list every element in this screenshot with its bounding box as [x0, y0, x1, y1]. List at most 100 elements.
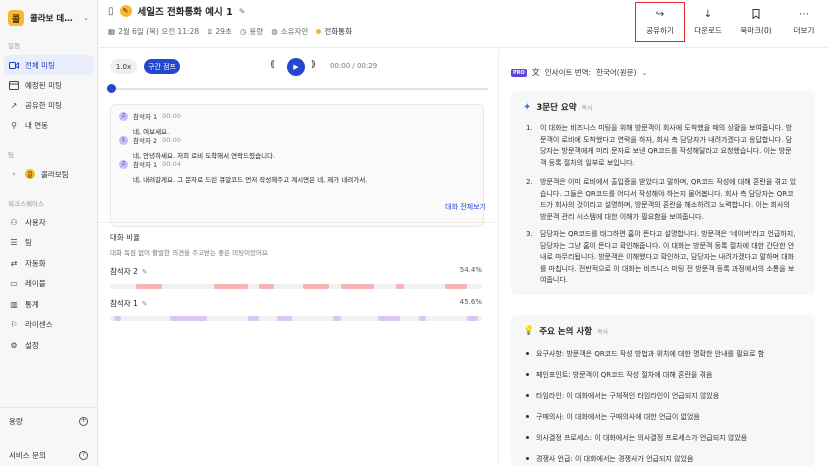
video-icon — [9, 60, 19, 70]
section-label-schedule: 일정 — [8, 42, 20, 50]
sidebar-item-users[interactable]: ⚇ 사용자 — [4, 212, 93, 233]
sidebar-item-automation[interactable]: ⇄ 자동화 — [4, 253, 93, 274]
sidebar-footer: 용량 + 서비스 문의 ? — [0, 407, 97, 466]
discussion-text: 의사결정 프로세스: 이 대화에서는 의사결정 프로세스가 언급되지 않았음 — [536, 434, 748, 442]
speech-segment — [303, 284, 330, 289]
section-label-workspace: 워크스페이스 — [8, 200, 44, 208]
edit-title-icon[interactable]: ✎ — [239, 7, 246, 16]
sidebar-item-stats[interactable]: ▥ 통계 — [4, 294, 93, 315]
bookmark-button[interactable]: 북마크(0) — [732, 3, 780, 41]
utterance-text: 네, 내려갈게요. 그 문자로 드린 큐알코드 먼저 작성해주고 계시면은 네,… — [133, 176, 368, 184]
bookmark-button-label: 북마크(0) — [740, 25, 772, 35]
summary-line: 를 마칩니다. 전반적으로 이 대화는 비즈니스 미팅 전 방문객 등록 과정에… — [540, 264, 795, 273]
transcript-utterance[interactable]: 2 참석자 1 00:04 네, 내려갈게요. 그 문자로 드린 큐알코드 먼저 작… — [119, 159, 367, 184]
speech-segment — [169, 316, 207, 321]
summary-text: 방문객은 이미 로비에서 출입증을 받았다고 말하며, QR코드 작성에 대해 … — [540, 177, 796, 223]
sidebar-item-label: 내 연동 — [25, 120, 49, 130]
summary-line: 담당자는 QR코드를 태그하면 홈이 뜬다고 설명합니다. 방문객은 '네이버'… — [540, 230, 796, 238]
bullet — [526, 373, 529, 376]
rewind-icon[interactable]: ⟪ — [270, 60, 275, 70]
sidebar-toggle-icon[interactable]: ▯ — [108, 6, 114, 17]
speaker-ratio-row: 참석자 2 ✎ 54.4% — [110, 266, 482, 289]
team-avatar: 콜 — [25, 169, 35, 179]
page-title: 세일즈 전화통화 예시 1 — [137, 7, 233, 18]
sidebar-item-shared-meetings[interactable]: ↗ 공유한 미팅 — [4, 95, 93, 115]
add-icon: + — [79, 416, 88, 426]
summary-line: 드가 회사의 것이라고 설명하며, 방문객의 혼란을 해소하려고 노력합니다. … — [540, 201, 790, 209]
sidebar-item-license[interactable]: ⚐ 라이센스 — [4, 315, 93, 336]
sidebar-item-label: 공유한 미팅 — [25, 100, 62, 110]
meeting-player-pane: 1.0x 구간 점프 ⟪ ▶ ⟫ 00:00 / 00:29 2 참석자 1 00:… — [98, 49, 498, 466]
copy-summary-button[interactable]: 복사 — [582, 103, 593, 112]
speech-segment — [377, 316, 401, 321]
support-row[interactable]: 서비스 문의 ? — [0, 444, 97, 466]
seek-bar[interactable] — [110, 88, 488, 90]
more-button[interactable]: ⋯ 더보기 — [780, 3, 828, 41]
speaker-name: 참석자 1 — [133, 113, 158, 121]
edit-speaker-icon[interactable]: ✎ — [142, 300, 148, 308]
sidebar-item-team-collabo[interactable]: › 콜 콜라보팀 — [4, 164, 93, 184]
avatar: 2 — [119, 111, 128, 121]
calendar-icon — [9, 80, 19, 90]
translation-label: 인사이트 번역: — [544, 68, 592, 77]
meeting-date: ▦ 2월 6일 (목) 오전 11:28 — [108, 26, 199, 37]
sidebar-item-all-meetings[interactable]: 전체 미팅 — [4, 55, 93, 75]
sidebar-item-teams[interactable]: ☰ 팀 — [4, 233, 93, 254]
play-button[interactable]: ▶ — [287, 58, 305, 76]
download-button[interactable]: ↓ 다운로드 — [684, 3, 732, 41]
usage-label: 용량 — [9, 416, 23, 426]
discussion-item: 요구사항: 방문객은 QR코드 작성 방법과 위치에 대한 명확한 안내를 필요… — [526, 349, 806, 359]
summary-text: 이 대화는 비즈니스 미팅을 위해 방문객이 회사에 도착했을 때의 상황을 보… — [540, 123, 792, 169]
meeting-tag[interactable]: 전화통화 — [316, 26, 352, 37]
timer-icon: ⧖ — [207, 26, 213, 36]
play-icon: ▶ — [293, 63, 299, 71]
speech-segment — [136, 284, 163, 289]
sidebar-item-label: 레이블 — [25, 279, 46, 289]
insight-translation-selector[interactable]: PRO 文 인사이트 번역: 한국어(원문) ⌄ — [511, 67, 647, 78]
workspace-switcher[interactable]: 콜 콜라보 데모 워... ⌄ — [0, 0, 97, 36]
transcript-utterance[interactable]: 2 참석자 1 00:00 네, 여보세요. — [119, 111, 181, 136]
discussion-text: 페인포인트: 방문객이 QR코드 작성 절차에 대해 혼란을 겪음 — [536, 371, 713, 379]
forward-icon[interactable]: ⟫ — [311, 60, 316, 70]
chevron-right-icon: › — [12, 170, 16, 178]
workspace-name: 콜라보 데모 워... — [30, 14, 77, 24]
sidebar-item-settings[interactable]: ⚙ 설정 — [4, 335, 93, 356]
summary-line: 여줍니다. — [540, 276, 568, 284]
speaker-ratio-row: 참석자 1 ✎ 45.6% — [110, 298, 482, 321]
usage-row[interactable]: 용량 + — [0, 410, 97, 432]
lightbulb-icon: 💡 — [523, 326, 535, 336]
calendar-icon: ▦ — [108, 27, 116, 36]
meeting-usage: ◷ 용량 — [240, 26, 263, 37]
meeting-header: ▯ ✎ 세일즈 전화통화 예시 1 ✎ ▦ 2월 6일 (목) 오전 11:28 … — [98, 0, 828, 48]
avatar: 2 — [119, 159, 128, 169]
section-jump-button[interactable]: 구간 점프 — [144, 59, 180, 74]
visibility-selector[interactable]: ◍ 소유자만 — [271, 26, 308, 37]
speaker-timeline[interactable] — [110, 284, 482, 289]
sidebar-item-labels[interactable]: ▭ 레이블 — [4, 274, 93, 295]
discussion-item: 타임라인: 이 대화에서는 구체적인 타임라인이 언급되지 않았음 — [526, 391, 806, 401]
sidebar-item-my-integrations[interactable]: ⚲ 내 연동 — [4, 115, 93, 135]
copy-discussion-button[interactable]: 복사 — [597, 327, 608, 336]
playback-speed-button[interactable]: 1.0x — [110, 59, 137, 74]
bookmark-icon — [752, 8, 760, 20]
speaker-timeline[interactable] — [110, 316, 482, 321]
discussion-item: 페인포인트: 방문객이 QR코드 작성 절차에 대해 혼란을 겪음 — [526, 370, 806, 380]
summary-line: 문객이 로비에 도착했다고 연락을 하자, 회사 측 담당자가 내려가겠다고 응… — [540, 135, 793, 144]
view-full-transcript-link[interactable]: 대화 전체보기 — [445, 202, 486, 212]
transcript-utterance[interactable]: 1 참석자 2 00:00 네, 안녕하세요. 저희 로비 도착해서 연락드렸습니다… — [119, 135, 275, 160]
discussion-title: 주요 논의 사항 — [539, 327, 593, 337]
download-icon: ↓ — [703, 8, 713, 20]
meeting-date-text: 2월 6일 (목) 오전 11:28 — [118, 27, 200, 36]
seek-handle[interactable] — [107, 84, 116, 93]
edit-speaker-icon[interactable]: ✎ — [142, 268, 148, 276]
summary-number: 1. — [526, 124, 533, 132]
discussion-text: 타임라인: 이 대화에서는 구체적인 타임라인이 언급되지 않았음 — [536, 392, 720, 400]
tag-color-dot — [316, 29, 322, 34]
summary-card: ✦ 3문단 요약 복사 1. 이 대화는 비즈니스 미팅을 위해 방문객이 회사… — [511, 91, 815, 295]
sidebar-item-scheduled-meetings[interactable]: 예정된 미팅 — [4, 75, 93, 95]
chevron-down-icon: ⌄ — [83, 14, 89, 22]
share-arrow-icon: ↪ — [655, 8, 665, 20]
more-button-label: 더보기 — [793, 25, 815, 35]
insight-pane: PRO 文 인사이트 번역: 한국어(원문) ⌄ ✦ 3문단 요약 복사 1. … — [500, 49, 828, 466]
share-button[interactable]: ↪ 공유하기 — [635, 2, 685, 42]
